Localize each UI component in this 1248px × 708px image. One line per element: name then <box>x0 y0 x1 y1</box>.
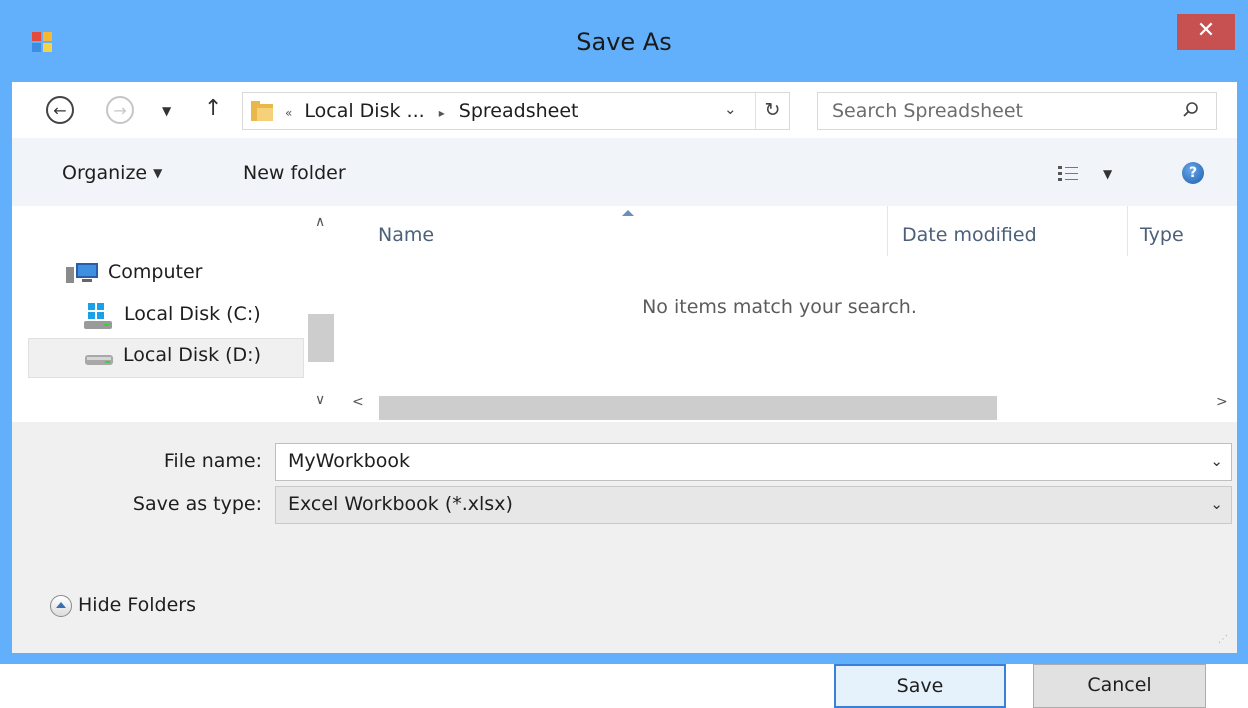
file-name-field[interactable]: MyWorkbook ⌄ <box>275 443 1232 481</box>
chevron-down-icon[interactable]: ⌄ <box>1210 452 1223 470</box>
back-button[interactable]: ← <box>46 96 74 124</box>
refresh-button[interactable]: ↻ <box>755 93 789 129</box>
help-icon[interactable]: ? <box>1182 162 1204 184</box>
breadcrumb-overflow[interactable]: « <box>285 106 292 120</box>
system-drive-icon <box>84 303 112 329</box>
column-header-name[interactable]: Name <box>378 224 434 246</box>
forward-arrow-icon: → <box>106 96 134 124</box>
search-icon[interactable] <box>1183 102 1199 118</box>
tree-item-label: Computer <box>108 261 203 283</box>
recent-locations-button[interactable]: ▼ <box>162 104 171 118</box>
hide-folders-button[interactable]: Hide Folders <box>50 594 196 617</box>
scroll-left-icon[interactable]: < <box>352 394 364 410</box>
chevron-down-icon: ▼ <box>153 166 163 180</box>
empty-message: No items match your search. <box>642 296 917 318</box>
save-button[interactable]: Save <box>834 664 1006 708</box>
breadcrumb-separator-icon[interactable]: ▸ <box>439 106 445 120</box>
search-placeholder: Search Spreadsheet <box>832 100 1023 122</box>
close-button[interactable]: ✕ <box>1177 14 1235 50</box>
navigation-bar: ← → ▼ ↑ « Local Disk ... ▸ Spreadsheet ⌄… <box>12 82 1237 138</box>
tree-item-computer[interactable]: Computer <box>66 258 306 292</box>
sort-ascending-icon <box>622 210 634 216</box>
organize-label: Organize <box>62 162 148 184</box>
computer-icon <box>66 263 98 283</box>
command-bar: Organize ▼ New folder ▼ ? <box>12 138 1237 206</box>
drive-icon <box>85 355 113 365</box>
back-arrow-icon: ← <box>46 96 74 124</box>
chevron-down-icon: ▼ <box>1103 167 1113 181</box>
file-list-horizontal-scrollbar[interactable]: < > <box>342 386 1237 422</box>
tree-item-local-disk-c[interactable]: Local Disk (C:) <box>84 300 308 334</box>
resize-grip-icon[interactable]: ⋰ <box>1218 634 1232 648</box>
refresh-icon: ↻ <box>764 99 781 121</box>
chevron-down-icon: ▼ <box>162 104 172 118</box>
column-divider[interactable] <box>887 206 888 256</box>
folder-icon <box>251 101 273 121</box>
column-divider[interactable] <box>1127 206 1128 256</box>
up-arrow-icon: ↑ <box>204 96 223 121</box>
column-header-type[interactable]: Type <box>1140 224 1184 246</box>
tree-item-label: Local Disk (C:) <box>124 303 261 325</box>
chevron-down-icon: ⌄ <box>1210 495 1223 513</box>
save-as-type-value: Excel Workbook (*.xlsx) <box>288 493 513 515</box>
collapse-icon <box>50 594 72 617</box>
more-options-button[interactable]: ▼ <box>1103 167 1112 181</box>
new-folder-button[interactable]: New folder <box>243 162 346 184</box>
window-title: Save As <box>576 28 672 56</box>
chevron-down-icon: ⌄ <box>724 100 737 118</box>
save-options-panel: File name: MyWorkbook ⌄ Save as type: Ex… <box>12 422 1237 708</box>
breadcrumb-local-disk[interactable]: Local Disk ... <box>304 100 424 122</box>
scroll-down-icon[interactable]: ∨ <box>315 392 325 408</box>
file-list: Name Date modified Type No items match y… <box>342 206 1237 422</box>
scrollbar-thumb[interactable] <box>379 396 997 420</box>
search-input[interactable]: Search Spreadsheet <box>817 92 1217 130</box>
save-as-dialog: Save As ✕ ← → ▼ ↑ « Local Disk ... ▸ Spr… <box>0 0 1248 708</box>
close-icon: ✕ <box>1196 18 1216 43</box>
scroll-right-icon[interactable]: > <box>1216 394 1228 410</box>
save-as-type-label: Save as type: <box>132 493 262 515</box>
address-dropdown-button[interactable]: ⌄ <box>724 100 737 118</box>
tree-item-local-disk-d[interactable]: Local Disk (D:) <box>28 338 304 378</box>
navigation-pane: Computer Local Disk (C:) Local Disk (D:) <box>12 206 342 422</box>
forward-button[interactable]: → <box>106 96 134 124</box>
address-bar[interactable]: « Local Disk ... ▸ Spreadsheet ⌄ ↻ <box>242 92 790 130</box>
change-view-icon[interactable] <box>1058 165 1078 183</box>
file-name-value[interactable]: MyWorkbook <box>288 450 410 472</box>
tree-item-label: Local Disk (D:) <box>123 344 261 366</box>
scroll-up-icon[interactable]: ∧ <box>315 214 325 230</box>
breadcrumb: « Local Disk ... ▸ Spreadsheet <box>285 100 578 122</box>
organize-button[interactable]: Organize ▼ <box>62 162 162 184</box>
scrollbar-thumb[interactable] <box>308 314 334 362</box>
title-bar[interactable]: Save As ✕ <box>0 0 1248 82</box>
file-name-label: File name: <box>163 450 262 472</box>
column-header-date-modified[interactable]: Date modified <box>902 224 1037 246</box>
hide-folders-label: Hide Folders <box>78 594 196 616</box>
cancel-button[interactable]: Cancel <box>1033 664 1206 708</box>
breadcrumb-spreadsheet[interactable]: Spreadsheet <box>459 100 579 122</box>
navigation-pane-scrollbar[interactable]: ∧ ∨ <box>308 206 342 422</box>
save-as-type-select[interactable]: Excel Workbook (*.xlsx) ⌄ <box>275 486 1232 524</box>
dialog-body: ← → ▼ ↑ « Local Disk ... ▸ Spreadsheet ⌄… <box>12 82 1237 708</box>
up-button[interactable]: ↑ <box>204 96 222 121</box>
